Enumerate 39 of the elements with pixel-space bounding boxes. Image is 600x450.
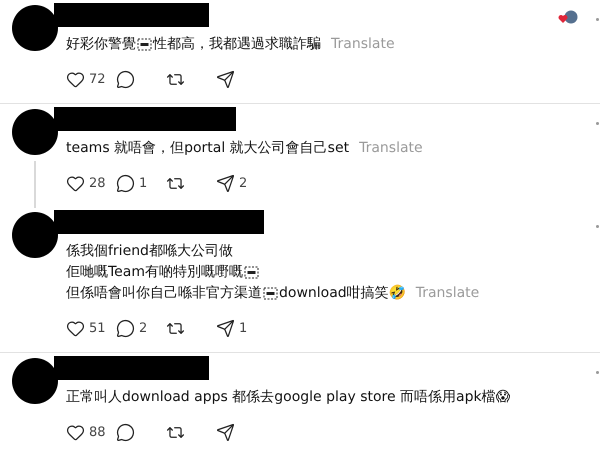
heart-icon: [66, 70, 85, 88]
share-button[interactable]: 2: [216, 174, 266, 192]
speech-bubble-icon: [116, 174, 135, 192]
like-button[interactable]: 72: [66, 70, 116, 88]
like-button[interactable]: 51: [66, 318, 116, 338]
like-button[interactable]: 88: [66, 422, 116, 442]
like-button[interactable]: 28: [66, 174, 116, 192]
share-button[interactable]: 1: [216, 318, 266, 338]
heart-icon: [66, 174, 85, 192]
comment-text: teams 就唔會，但portal 就大公司會自己set: [66, 139, 350, 158]
placeholder-glyph-icon: [137, 37, 152, 52]
more-icon[interactable]: [596, 225, 599, 228]
avatar[interactable]: [12, 5, 58, 51]
speech-bubble-icon: [116, 70, 135, 88]
reply-button[interactable]: 2: [116, 318, 166, 338]
speech-bubble-icon: [116, 318, 135, 338]
reply-button[interactable]: 1: [116, 174, 166, 192]
comment-text: 性都高，我都遇過求職詐騙: [153, 35, 321, 54]
more-icon[interactable]: [596, 371, 599, 374]
paper-plane-icon: [216, 318, 235, 338]
avatar[interactable]: [12, 358, 58, 404]
placeholder-glyph-icon: [263, 286, 278, 301]
more-icon[interactable]: [596, 122, 599, 125]
heart-icon: [66, 318, 85, 338]
comment-text: 但係唔會叫你自己喺非官方渠道: [66, 284, 262, 303]
avatar[interactable]: [12, 212, 58, 258]
comment-text: 正常叫人download apps 都係去google play store 而唔係用apk檔😱: [66, 388, 510, 407]
placeholder-glyph-icon: [244, 265, 260, 280]
paper-plane-icon: [216, 70, 235, 88]
comment-text: download咁搞笑🤣: [279, 284, 406, 303]
speech-bubble-icon: [116, 422, 135, 442]
comment-text: 係我個friend都喺大公司做: [66, 242, 233, 261]
avatar[interactable]: [12, 109, 58, 155]
paper-plane-icon: [216, 422, 235, 442]
more-icon[interactable]: [596, 18, 599, 21]
comment-text: 好彩你警覺: [66, 35, 136, 54]
paper-plane-icon: [216, 174, 235, 192]
comment-text: 佢哋嘅Team有啲特別嘅嘢嘅: [66, 263, 244, 282]
heart-icon: [66, 422, 85, 442]
